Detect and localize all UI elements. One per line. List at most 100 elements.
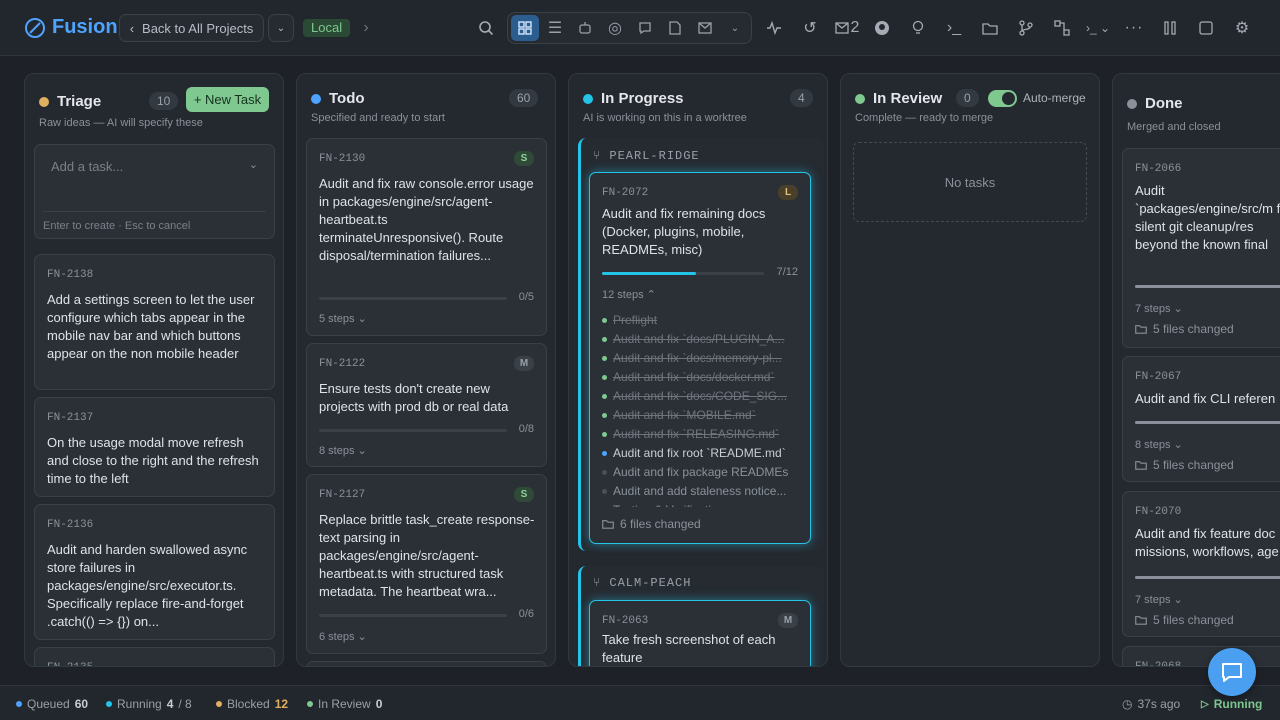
column-subtitle: AI is working on this in a worktree — [583, 112, 747, 124]
project-dropdown-button[interactable]: ⌄ — [268, 14, 294, 42]
chat-icon[interactable] — [635, 18, 655, 38]
step-label: Audit and fix `MOBILE.md` — [613, 408, 756, 422]
progress-bar — [1135, 285, 1280, 288]
task-card[interactable]: FN-2122 M Ensure tests don't create new … — [306, 343, 547, 467]
chevron-up-icon: ⌃ — [646, 289, 656, 301]
steps-toggle[interactable]: 7 steps ⌄ — [1135, 593, 1183, 606]
step-label: Audit and fix package READMEs — [613, 465, 789, 479]
folder-icon[interactable] — [980, 18, 1000, 38]
column-subtitle: Complete — ready to merge — [855, 112, 994, 124]
lightbulb-icon[interactable] — [908, 18, 928, 38]
mail-icon[interactable] — [695, 18, 715, 38]
folder-icon — [1135, 325, 1147, 334]
task-card[interactable]: FN-2135 — [34, 647, 275, 666]
list-view-icon[interactable]: ☰ — [545, 18, 565, 38]
steps-toggle[interactable]: 6 steps ⌄ — [319, 630, 367, 643]
task-card[interactable]: FN-2136 Audit and harden swallowed async… — [34, 504, 275, 640]
files-changed: 5 files changed — [1135, 458, 1234, 472]
new-task-button[interactable]: + New Task — [186, 87, 269, 112]
step-item: Audit and fix `docs/docker.md` — [602, 370, 774, 384]
status-dot — [855, 93, 865, 104]
step-label: Audit and fix `RELEASING.md` — [613, 427, 780, 441]
progress-bar — [1135, 421, 1280, 424]
git-branch-icon: ⑂ — [593, 576, 602, 590]
history-icon[interactable]: ↺ — [800, 18, 820, 38]
blocked-status[interactable]: Blocked 12 — [216, 697, 288, 711]
step-status-dot — [602, 431, 607, 437]
status-dot — [583, 93, 593, 104]
square-icon[interactable] — [1196, 18, 1216, 38]
task-card[interactable]: FN-2066 Audit `packages/engine/src/m for… — [1122, 148, 1280, 348]
task-card[interactable]: FN-2067 Audit and fix CLI referen 8 step… — [1122, 356, 1280, 482]
git-branch-icon: ⑂ — [593, 149, 602, 163]
search-icon[interactable] — [476, 18, 496, 38]
app-logo[interactable]: Fusion — [24, 16, 118, 39]
folder-icon — [1135, 461, 1147, 470]
running-status[interactable]: Running 4/ 8 — [106, 697, 192, 711]
agents-icon[interactable] — [575, 18, 595, 38]
terminal-icon[interactable]: ›_ — [944, 18, 964, 38]
mailbox-button[interactable]: 2 — [833, 18, 861, 38]
task-card[interactable]: FN-2070 Audit and fix feature doc missio… — [1122, 491, 1280, 637]
progress-count: 0/8 — [518, 423, 534, 435]
queued-status[interactable]: Queued 60 — [16, 697, 88, 711]
status-dot — [311, 93, 321, 104]
settings-gear-icon[interactable]: ⚙ — [1232, 18, 1252, 38]
app-name: Fusion — [52, 16, 118, 38]
column-title: Triage — [39, 93, 101, 110]
last-updated: ◷ 37s ago — [1122, 697, 1181, 711]
play-icon: ▷ — [1201, 698, 1209, 710]
more-icon[interactable]: ··· — [1124, 18, 1144, 38]
step-label: Audit and fix `docs/PLUGIN_A... — [613, 332, 785, 346]
column-todo: Todo 60 Specified and ready to start FN-… — [296, 73, 556, 667]
steps-toggle[interactable]: 12 steps ⌃ — [602, 288, 656, 301]
step-status-dot — [602, 450, 607, 456]
chat-fab-button[interactable] — [1208, 648, 1256, 696]
shell-dropdown-button[interactable]: ›_ ⌄ — [1083, 18, 1113, 38]
column-title: In Progress — [583, 90, 684, 107]
board-view-icon[interactable] — [511, 15, 539, 41]
task-card[interactable]: FN-2127 S Replace brittle task_create re… — [306, 474, 547, 654]
github-icon[interactable] — [872, 18, 892, 38]
steps-toggle[interactable]: 8 steps ⌄ — [1135, 438, 1183, 451]
steps-toggle[interactable]: 5 steps ⌄ — [319, 312, 367, 325]
column-done: Done Merged and closed FN-2066 Audit `pa… — [1112, 73, 1280, 667]
column-in-review: In Review 0 Auto-merge Complete — ready … — [840, 73, 1100, 667]
auto-merge-toggle[interactable] — [988, 90, 1017, 107]
chevron-left-icon: ‹ — [129, 20, 135, 36]
task-card[interactable]: FN-2137 On the usage modal move refresh … — [34, 397, 275, 497]
task-card[interactable]: FN-2138 Add a settings screen to let the… — [34, 254, 275, 390]
task-card[interactable]: FN-2068 — [1122, 646, 1280, 666]
target-icon[interactable]: ◎ — [605, 18, 625, 38]
task-card[interactable] — [306, 661, 547, 666]
step-item: Audit and fix `docs/CODE_SIG... — [602, 389, 787, 403]
step-status-dot — [602, 488, 607, 494]
activity-icon[interactable] — [764, 18, 784, 38]
git-branch-icon[interactable] — [1016, 18, 1036, 38]
task-card[interactable]: FN-2130 S Audit and fix raw console.erro… — [306, 138, 547, 336]
step-item: Audit and fix root `README.md` — [602, 446, 786, 460]
progress-count: 7/12 — [776, 266, 798, 278]
back-to-projects-button[interactable]: ‹ Back to All Projects — [119, 14, 264, 42]
add-task-input[interactable]: Add a task... — [51, 159, 123, 174]
size-badge: S — [514, 487, 534, 502]
task-id: FN-2063 — [602, 615, 649, 627]
chevron-down-icon[interactable]: ⌄ — [725, 18, 745, 38]
steps-toggle[interactable]: 7 steps ⌄ — [1135, 302, 1183, 315]
columns-icon[interactable] — [1160, 18, 1180, 38]
chevron-down-icon[interactable]: ⌄ — [249, 158, 258, 171]
task-card-active[interactable]: FN-2072 L Audit and fix remaining docs (… — [589, 172, 811, 544]
progress-bar — [319, 429, 507, 432]
column-subtitle: Merged and closed — [1127, 121, 1221, 133]
column-title: In Review — [855, 90, 942, 107]
step-item: Audit and fix package READMEs — [602, 465, 788, 479]
engine-status[interactable]: ▷ Running — [1201, 697, 1262, 711]
review-status[interactable]: In Review 0 — [307, 697, 382, 711]
task-card-active[interactable]: FN-2063 M Take fresh screenshot of each … — [589, 600, 811, 666]
size-badge: S — [514, 151, 534, 166]
document-icon[interactable] — [665, 18, 685, 38]
view-switcher: ☰ ◎ ⌄ — [507, 12, 752, 44]
steps-toggle[interactable]: 8 steps ⌄ — [319, 444, 367, 457]
workflow-icon[interactable] — [1052, 18, 1072, 38]
chevron-right-icon[interactable]: › — [356, 18, 376, 38]
